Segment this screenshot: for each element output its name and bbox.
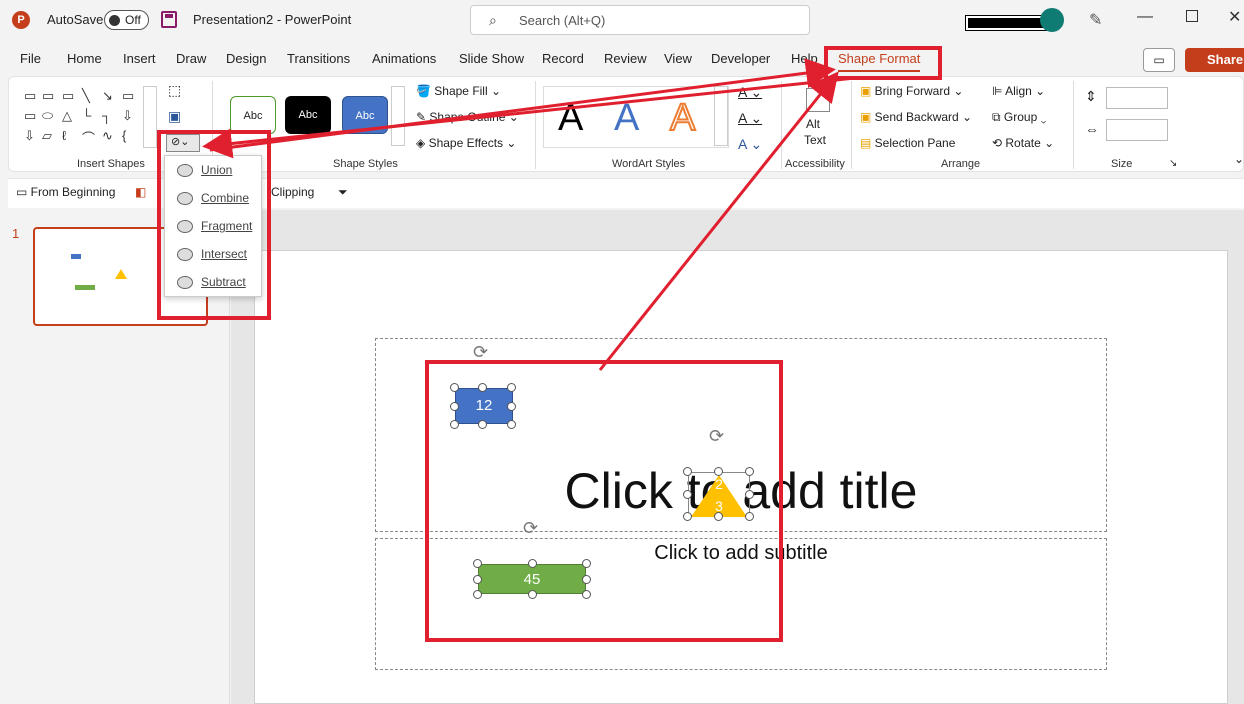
arrow-to-merge-button bbox=[202, 76, 856, 159]
annotation-arrows bbox=[202, 58, 856, 371]
arrow-from-shapes-to-tab bbox=[598, 71, 839, 371]
arrow-to-shape-format-tab bbox=[209, 58, 836, 152]
